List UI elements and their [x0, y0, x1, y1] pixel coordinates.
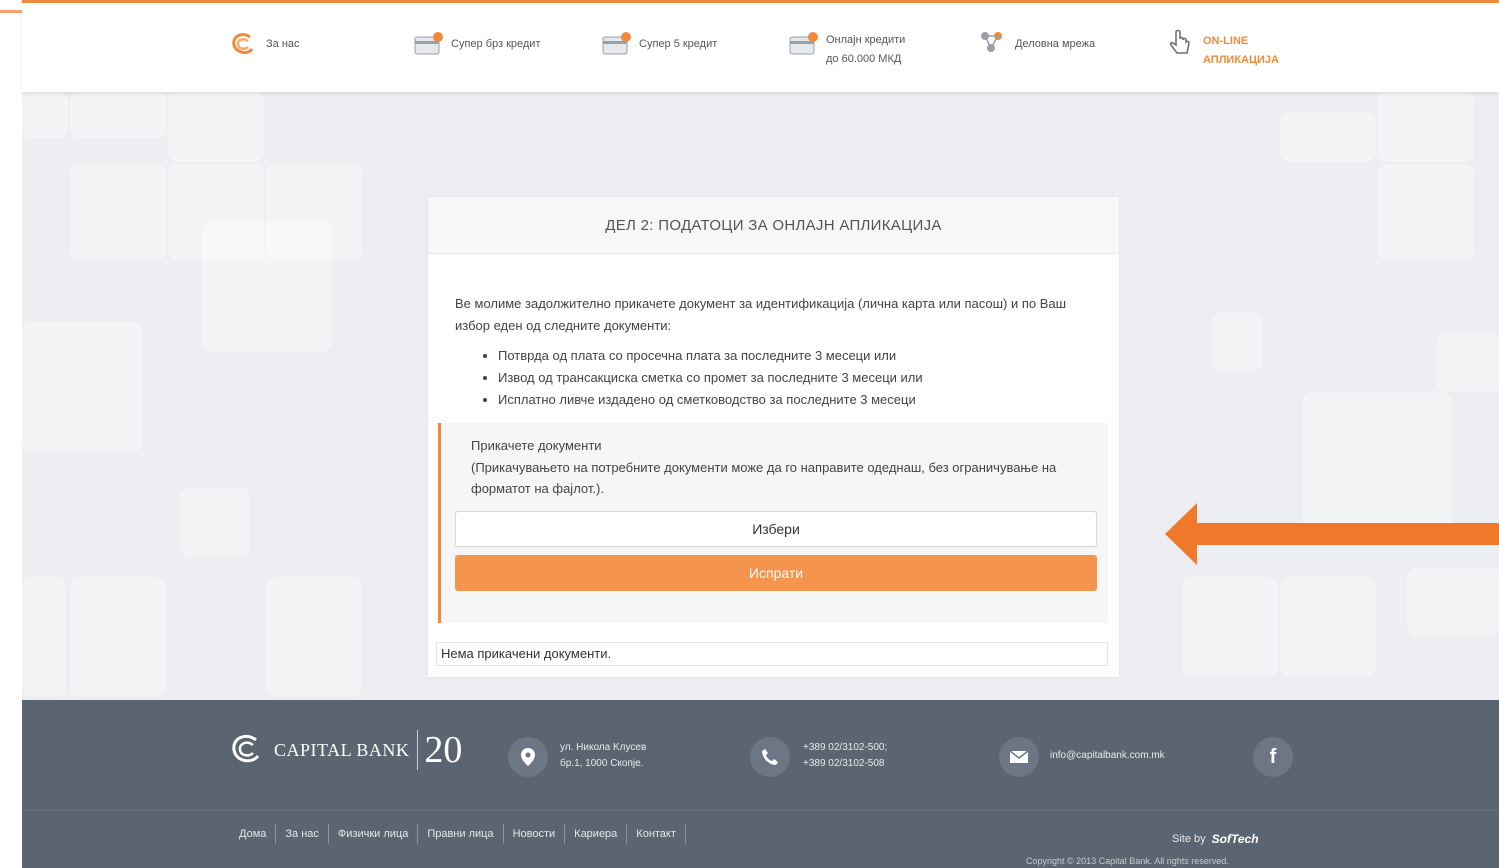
address-line: бр.1, 1000 Скопје.: [560, 758, 644, 769]
attached-documents-status: Нема прикачени документи.: [436, 642, 1108, 666]
arrow-left-icon: [1165, 503, 1499, 565]
bg-tile: [266, 577, 362, 697]
bg-tile: [1437, 332, 1499, 392]
bg-tile: [168, 92, 264, 162]
bg-tile: [22, 322, 142, 452]
card-icon: [788, 31, 818, 57]
footer-link-individuals[interactable]: Физички лица: [329, 824, 419, 844]
capital-bank-swirl-icon: [232, 734, 260, 763]
phone-line: +389 02/3102-500;: [803, 742, 888, 753]
bg-tile: [70, 164, 166, 260]
envelope-icon: [999, 737, 1039, 777]
bg-tile: [1407, 567, 1499, 637]
card-title: ДЕЛ 2: ПОДАТОЦИ ЗА ОНЛАЈН АПЛИКАЦИЈА: [428, 197, 1119, 254]
footer-link-news[interactable]: Новости: [504, 824, 566, 844]
hand-pointer-icon: [1165, 29, 1195, 55]
bg-tile: [1212, 312, 1262, 372]
nav-label: Деловна мрежа: [1015, 38, 1096, 50]
header-nav: За нас Супер брз кредит Супер 5 кредит О…: [22, 0, 1499, 92]
nav-label-line2: АПЛИКАЦИЈА: [1203, 54, 1279, 66]
nav-label-line1: ON-LINE: [1203, 35, 1249, 47]
nav-label: Супер брз кредит: [451, 38, 541, 50]
site-by-name: SofTech: [1211, 832, 1259, 846]
list-item: Исплатно ливче издадено од сметководство…: [498, 389, 1084, 411]
bg-tile: [22, 577, 66, 697]
footer-logo[interactable]: CAPITAL BANK 20: [226, 730, 462, 770]
bg-tile: [1378, 164, 1474, 260]
site-by-label: Site by: [1172, 833, 1206, 845]
phone-icon: [750, 737, 790, 777]
footer-link-contact[interactable]: Контакт: [627, 824, 686, 844]
footer-email[interactable]: info@capitalbank.com.mk: [1050, 748, 1165, 764]
bg-tile: [202, 222, 332, 352]
location-pin-icon: [508, 737, 548, 777]
nav-label-line2: до 60.000 МКД: [826, 53, 902, 65]
nav-item-online-credits[interactable]: Онлајн кредити до 60.000 МКД: [788, 31, 905, 69]
application-card: ДЕЛ 2: ПОДАТОЦИ ЗА ОНЛАЈН АПЛИКАЦИЈА Ве …: [428, 197, 1119, 677]
nav-label-line1: Онлајн кредити: [826, 34, 906, 46]
footer-logo-text: CAPITAL BANK: [274, 739, 410, 760]
nav-label: За нас: [266, 38, 300, 50]
nav-item-business-network[interactable]: Деловна мрежа: [977, 29, 1095, 55]
phone-line: +389 02/3102-508: [803, 758, 885, 769]
nav-item-online-application[interactable]: ON-LINE АПЛИКАЦИЈА: [1165, 29, 1279, 70]
footer-divider: [22, 810, 1499, 811]
footer-address: ул. Никола Kлусев бр.1, 1000 Скопје.: [560, 740, 646, 772]
list-item: Потврда од плата со просечна плата за по…: [498, 345, 1084, 367]
list-item: Извод од трансакциска сметка со промет з…: [498, 367, 1084, 389]
bg-tile: [1280, 112, 1376, 162]
nav-label: ON-LINE АПЛИКАЦИЈА: [1203, 29, 1279, 70]
facebook-icon[interactable]: f: [1253, 737, 1293, 777]
nav-label: Онлајн кредити до 60.000 МКД: [826, 31, 905, 69]
required-documents-list: Потврда од плата со просечна плата за по…: [484, 345, 1084, 411]
footer-link-careers[interactable]: Кариера: [565, 824, 628, 844]
send-button[interactable]: Испрати: [455, 555, 1097, 591]
nav-label: Супер 5 кредит: [639, 38, 718, 50]
footer: CAPITAL BANK 20 ул. Никола Kлусев бр.1, …: [22, 700, 1499, 868]
card-icon: [413, 31, 443, 57]
bg-tile: [70, 92, 166, 138]
copyright: Copyright © 2013 Capital Bank. All right…: [1026, 856, 1229, 866]
bg-tile: [1378, 92, 1474, 162]
bg-tile: [180, 487, 250, 557]
card-icon: [601, 31, 631, 57]
bg-tile: [1182, 577, 1278, 677]
upload-panel: Прикачете документи (Прикачувањето на по…: [438, 423, 1108, 623]
network-icon: [977, 29, 1007, 55]
choose-file-button[interactable]: Избери: [455, 511, 1097, 547]
footer-link-about[interactable]: За нас: [276, 824, 329, 844]
nav-item-super-fast-credit[interactable]: Супер брз кредит: [413, 31, 541, 57]
footer-phones: +389 02/3102-500; +389 02/3102-508: [803, 740, 887, 772]
footer-link-home[interactable]: Дома: [230, 824, 277, 844]
upload-title: Прикачете документи: [471, 438, 602, 453]
nav-item-about[interactable]: За нас: [228, 31, 300, 57]
bg-tile: [70, 577, 166, 697]
footer-link-legal-entities[interactable]: Правни лица: [418, 824, 504, 844]
bg-tile: [1280, 577, 1376, 677]
card-intro-text: Ве молиме задолжително прикачете докумен…: [455, 296, 1067, 333]
nav-item-super-5-credit[interactable]: Супер 5 кредит: [601, 31, 717, 57]
address-line: ул. Никола Kлусев: [560, 742, 647, 753]
footer-links: Дома За нас Физички лица Правни лица Нов…: [230, 824, 686, 844]
footer-logo-anniversary: 20: [417, 730, 462, 770]
site-by[interactable]: Site by SofTech: [1172, 832, 1259, 846]
swirl-logo-icon: [228, 31, 258, 57]
bg-tile: [22, 92, 68, 138]
upload-note: (Прикачувањето на потребните документи м…: [471, 460, 1057, 496]
